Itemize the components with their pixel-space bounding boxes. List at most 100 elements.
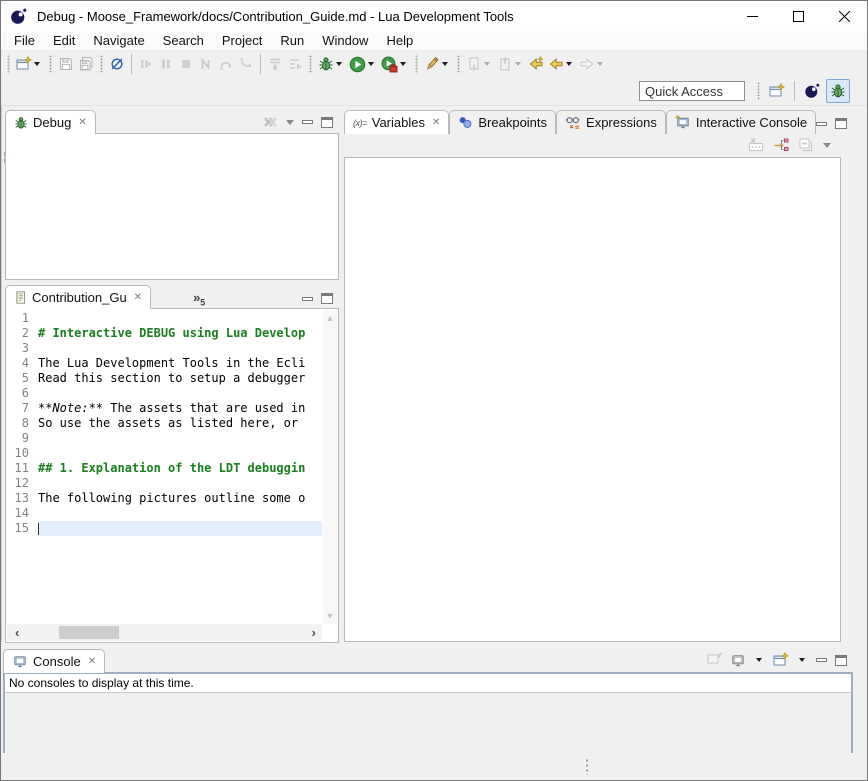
next-annotation-button[interactable]	[464, 53, 495, 76]
skip-all-breakpoints-button[interactable]	[107, 53, 127, 76]
close-icon[interactable]: ✕	[134, 292, 142, 303]
tab-console[interactable]: Console ✕	[3, 649, 105, 673]
menu-window[interactable]: Window	[313, 32, 377, 49]
maximize-icon[interactable]	[835, 655, 847, 666]
back-button[interactable]	[546, 53, 577, 76]
application-window: Debug - Moose_Framework/docs/Contributio…	[0, 0, 868, 781]
horizontal-scrollbar[interactable]: ‹ ›	[7, 624, 322, 641]
editor-line: 6	[7, 386, 322, 401]
scrollbar-thumb[interactable]	[59, 626, 119, 639]
dropdown-arrow-icon[interactable]	[756, 658, 762, 662]
editor-line: 7**Note:** The assets that are used in	[7, 401, 322, 416]
run-button[interactable]	[347, 53, 379, 76]
toolbar-grip[interactable]	[49, 55, 52, 73]
debug-view-content[interactable]	[5, 133, 339, 280]
dropdown-arrow-icon	[336, 62, 342, 66]
more-editors-count: 5	[200, 298, 205, 308]
toolbar-grip[interactable]	[415, 55, 418, 73]
open-task-button[interactable]	[422, 53, 453, 76]
debug-button[interactable]	[316, 53, 347, 76]
text-caret	[38, 523, 39, 535]
menu-file[interactable]: File	[5, 32, 44, 49]
scroll-right-icon[interactable]: ›	[312, 625, 316, 640]
tab-expressions-label: Expressions	[586, 115, 657, 130]
tab-expressions[interactable]: Expressions	[556, 110, 666, 134]
terminate-button[interactable]	[176, 53, 196, 76]
resume-button[interactable]	[136, 53, 156, 76]
quick-access-input[interactable]	[639, 81, 745, 101]
minimize-icon[interactable]	[816, 122, 827, 126]
minimize-icon[interactable]	[302, 120, 313, 124]
close-icon[interactable]: ✕	[88, 656, 96, 667]
terminate-icon	[178, 56, 194, 72]
more-editors-chevron[interactable]: »5	[193, 290, 205, 308]
scroll-up-icon[interactable]: ▲	[326, 313, 335, 323]
menu-run[interactable]: Run	[271, 32, 313, 49]
window-minimize-button[interactable]	[729, 1, 775, 31]
tab-contribution-guide[interactable]: Contribution_Gu ✕	[5, 285, 151, 309]
external-tools-button[interactable]	[379, 53, 411, 76]
view-menu-icon[interactable]	[286, 120, 294, 125]
minimize-icon[interactable]	[302, 297, 313, 301]
show-type-names-button[interactable]	[748, 137, 764, 153]
toolbar-grip[interactable]	[457, 55, 460, 73]
menu-navigate[interactable]: Navigate	[84, 32, 153, 49]
step-over-button[interactable]	[216, 53, 236, 76]
suspend-button[interactable]	[156, 53, 176, 76]
maximize-icon[interactable]	[321, 117, 333, 128]
variables-view-content[interactable]	[344, 157, 841, 642]
code-area[interactable]: 1 2# Interactive DEBUG using Lua Develop…	[7, 311, 322, 624]
view-menu-icon[interactable]	[823, 143, 831, 148]
menu-project[interactable]: Project	[213, 32, 271, 49]
step-return-button[interactable]	[236, 53, 256, 76]
display-console-button[interactable]	[730, 653, 746, 668]
editor-line: 11## 1. Explanation of the LDT debuggin	[7, 461, 322, 476]
tab-variables[interactable]: (x)= Variables ✕	[344, 110, 449, 134]
toolbar-grip[interactable]	[7, 55, 10, 73]
last-edit-location-button[interactable]	[526, 53, 546, 76]
remove-terminated-button[interactable]	[262, 115, 278, 129]
tab-debug[interactable]: Debug ✕	[5, 110, 96, 134]
step-into-button[interactable]	[196, 53, 216, 76]
vertical-scrollbar[interactable]: ▲ ▼	[323, 310, 337, 624]
scroll-down-icon[interactable]: ▼	[326, 611, 335, 621]
tab-breakpoints[interactable]: Breakpoints	[449, 110, 556, 134]
menu-edit[interactable]: Edit	[44, 32, 84, 49]
new-wizard-button[interactable]	[14, 53, 45, 76]
forward-button[interactable]	[577, 53, 608, 76]
previous-annotation-button[interactable]	[495, 53, 526, 76]
use-step-filters-button[interactable]	[285, 53, 305, 76]
toolbar-grip[interactable]	[757, 82, 760, 100]
menu-help[interactable]: Help	[377, 32, 422, 49]
maximize-icon[interactable]	[835, 118, 847, 129]
toolbar-grip[interactable]	[309, 55, 312, 73]
window-maximize-button[interactable]	[775, 1, 821, 31]
maximize-icon[interactable]	[321, 293, 333, 304]
drop-to-frame-button[interactable]	[265, 53, 285, 76]
dropdown-arrow-icon	[597, 62, 603, 66]
close-icon[interactable]: ✕	[432, 117, 440, 128]
dropdown-arrow-icon[interactable]	[799, 658, 805, 662]
menu-bar: File Edit Navigate Search Project Run Wi…	[1, 31, 867, 51]
menu-search[interactable]: Search	[154, 32, 213, 49]
tab-interactive-console[interactable]: Interactive Console	[666, 110, 816, 134]
editor-line: 2# Interactive DEBUG using Lua Develop	[7, 326, 322, 341]
pin-console-button[interactable]	[706, 652, 722, 668]
debug-perspective-button[interactable]	[826, 79, 850, 103]
lua-perspective-button[interactable]	[800, 79, 824, 103]
close-icon[interactable]: ✕	[78, 117, 86, 128]
save-all-button[interactable]	[76, 53, 96, 76]
minimize-icon[interactable]	[816, 658, 827, 662]
scroll-left-icon[interactable]: ‹	[15, 625, 19, 640]
open-console-button[interactable]	[773, 652, 789, 668]
show-logical-structures-button[interactable]	[773, 137, 789, 153]
dropdown-arrow-icon	[515, 62, 521, 66]
collapse-all-button[interactable]	[798, 137, 814, 153]
statusbar-drag-handle[interactable]	[585, 758, 589, 775]
open-perspective-button[interactable]	[765, 79, 789, 103]
status-bar	[1, 753, 867, 780]
run-icon	[349, 56, 366, 73]
save-button[interactable]	[56, 53, 76, 76]
window-close-button[interactable]	[821, 1, 867, 31]
toolbar-grip[interactable]	[100, 55, 103, 73]
